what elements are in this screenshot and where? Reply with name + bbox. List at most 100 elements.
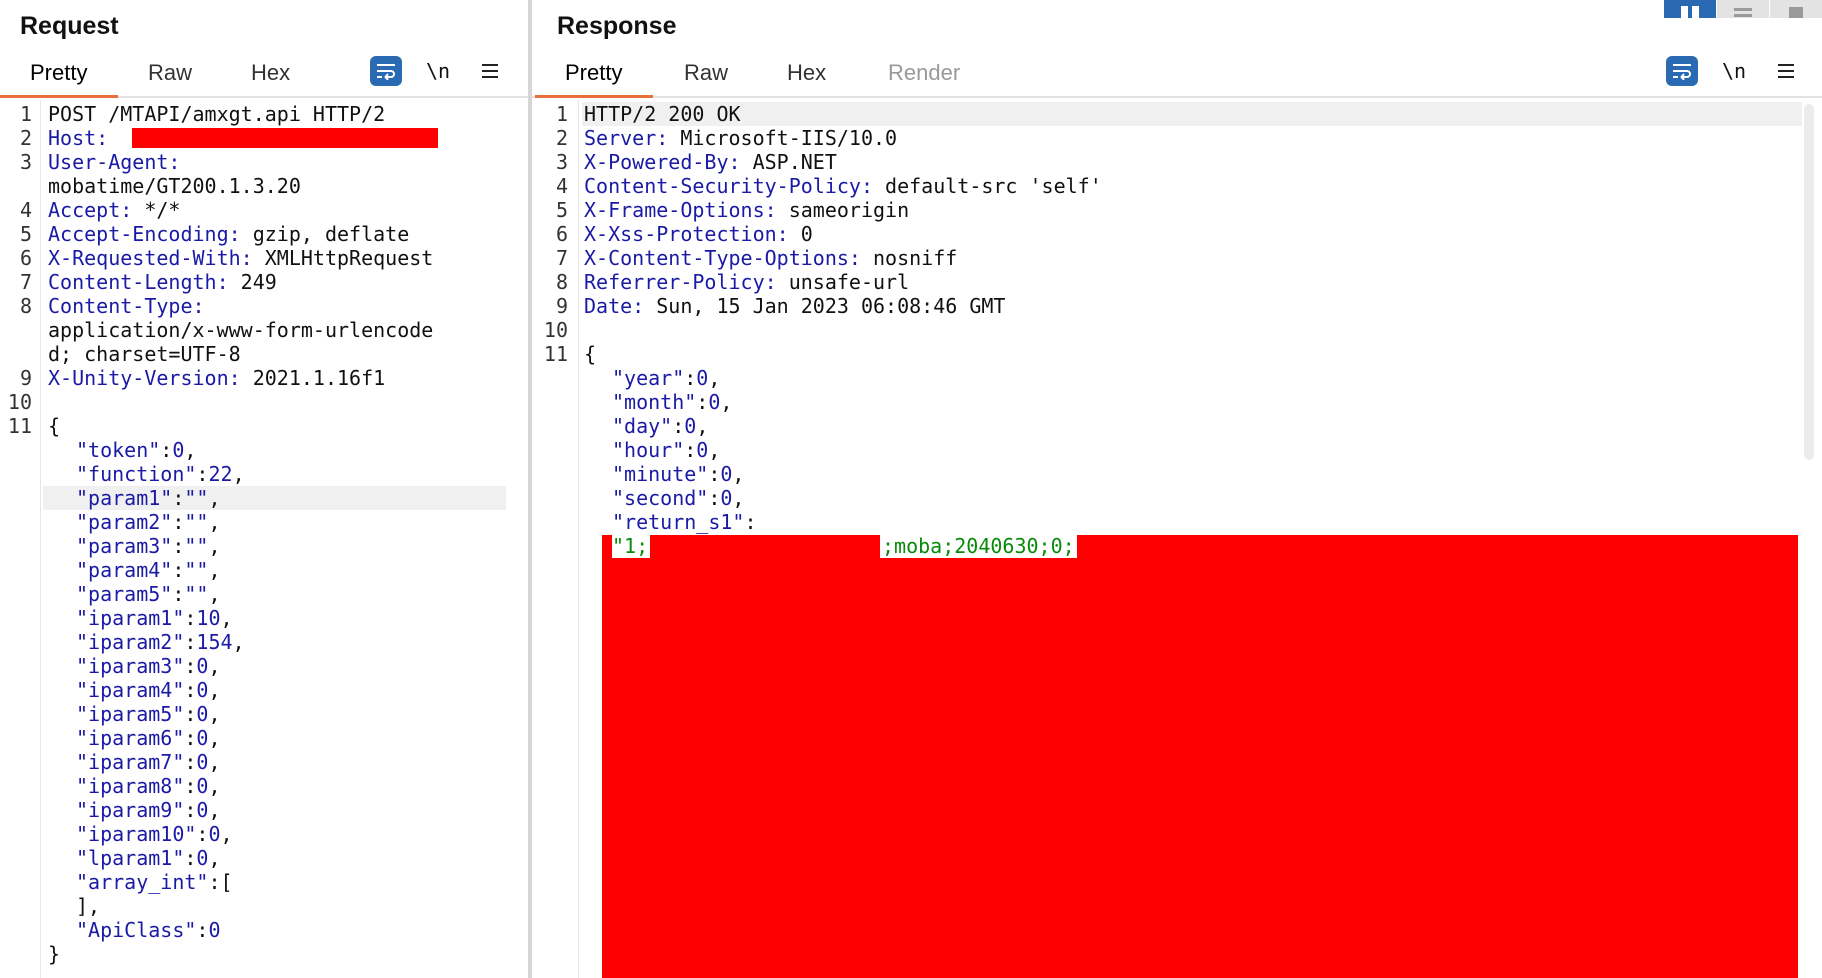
response-tab-bar: Pretty Raw Hex Render — [532, 56, 1822, 98]
request-tab-raw[interactable]: Raw — [148, 60, 192, 86]
line-number: 10 — [7, 390, 32, 414]
request-body-line: "iparam4":0, — [76, 678, 221, 702]
request-body-line: "param3":"", — [76, 534, 221, 558]
response-line: X-Frame-Options: sameorigin — [584, 198, 910, 222]
request-body-line: "iparam6":0, — [76, 726, 221, 750]
request-tab-hex[interactable]: Hex — [251, 60, 290, 86]
request-body-line: "param1":"", — [76, 486, 221, 510]
request-gutter: 1 2 3 4 5 6 7 8 9 10 11 — [0, 100, 41, 978]
line-number: 8 — [555, 270, 568, 294]
request-line: Content-Length: 249 — [48, 270, 277, 294]
line-number: 11 — [543, 342, 568, 366]
request-line: Host: — [48, 126, 109, 150]
response-body-line: "hour":0, — [612, 438, 721, 462]
request-body-line: "token":0, — [76, 438, 197, 462]
layout-split-button[interactable] — [1663, 0, 1716, 18]
response-body-line: "1; — [612, 534, 651, 558]
response-line: Content-Security-Policy: default-src 'se… — [584, 174, 1102, 198]
response-body-line: "return_s1": — [612, 510, 757, 534]
response-line: X-Xss-Protection: 0 — [584, 222, 813, 246]
redaction-box — [132, 128, 438, 148]
line-number: 9 — [555, 294, 568, 318]
response-line: Server: Microsoft-IIS/10.0 — [584, 126, 898, 150]
line-number: 5 — [19, 222, 32, 246]
request-wrap-lines-button[interactable] — [370, 56, 402, 86]
request-body-line: "iparam1":10, — [76, 606, 233, 630]
request-body-line: "array_int":[ — [76, 870, 233, 894]
request-line: User-Agent: — [48, 150, 181, 174]
request-line: d; charset=UTF-8 — [48, 342, 241, 366]
response-body-line: "year":0, — [612, 366, 721, 390]
response-pane: Response Pretty Raw Hex Render \n 1 2 3 … — [532, 0, 1822, 978]
response-tab-hex[interactable]: Hex — [787, 60, 826, 86]
response-tab-raw[interactable]: Raw — [684, 60, 728, 86]
line-number: 2 — [555, 126, 568, 150]
wrap-lines-icon — [1673, 64, 1691, 80]
request-body-line: "param5":"", — [76, 582, 221, 606]
request-line: mobatime/GT200.1.3.20 — [48, 174, 301, 198]
line-number: 1 — [555, 102, 568, 126]
request-menu-button[interactable] — [474, 56, 506, 86]
request-body-line: "ApiClass":0 — [76, 918, 221, 942]
request-body-line: "param2":"", — [76, 510, 221, 534]
request-body-line: "iparam5":0, — [76, 702, 221, 726]
line-number: 7 — [555, 246, 568, 270]
line-number: 9 — [19, 366, 32, 390]
response-active-tab-indicator — [535, 95, 653, 98]
response-body-line: "month":0, — [612, 390, 733, 414]
layout-single-button[interactable] — [1769, 0, 1822, 18]
request-body-line: "param4":"", — [76, 558, 221, 582]
line-number: 5 — [555, 198, 568, 222]
response-body-line: "second":0, — [612, 486, 745, 510]
request-body-line: "lparam1":0, — [76, 846, 221, 870]
response-title: Response — [557, 12, 677, 40]
line-number: 4 — [19, 198, 32, 222]
request-newline-toggle[interactable]: \n — [422, 56, 454, 86]
response-line: X-Powered-By: ASP.NET — [584, 150, 837, 174]
response-body-line: { — [584, 342, 597, 366]
response-line: Date: Sun, 15 Jan 2023 06:08:46 GMT — [584, 294, 1006, 318]
response-body-line: ;moba;2040630;0; — [880, 534, 1077, 558]
menu-icon — [482, 64, 498, 78]
line-number: 3 — [19, 150, 32, 174]
line-number: 10 — [543, 318, 568, 342]
response-body-line: "day":0, — [612, 414, 709, 438]
request-body-line: "iparam7":0, — [76, 750, 221, 774]
response-body-line: "minute":0, — [612, 462, 745, 486]
request-body-line: "iparam10":0, — [76, 822, 233, 846]
current-line-highlight — [582, 102, 1802, 126]
request-line: X-Unity-Version: 2021.1.16f1 — [48, 366, 386, 390]
menu-icon — [1778, 64, 1794, 78]
request-body-line: "iparam8":0, — [76, 774, 221, 798]
response-scrollbar[interactable] — [1804, 104, 1814, 460]
line-number: 2 — [19, 126, 32, 150]
request-body-line: "iparam3":0, — [76, 654, 221, 678]
request-editor[interactable]: 1 2 3 4 5 6 7 8 9 10 11 POST /MTAPI/amxg… — [0, 100, 528, 978]
request-line: Accept-Encoding: gzip, deflate — [48, 222, 410, 246]
request-title: Request — [20, 12, 119, 40]
layout-stack-button[interactable] — [1716, 0, 1769, 18]
request-body-line: ], — [76, 894, 101, 918]
line-number: 6 — [19, 246, 32, 270]
request-body-line: "function":22, — [76, 462, 245, 486]
response-tab-pretty[interactable]: Pretty — [565, 60, 622, 86]
wrap-lines-icon — [377, 64, 395, 80]
redaction-box — [602, 535, 1798, 978]
response-menu-button[interactable] — [1770, 56, 1802, 86]
response-editor[interactable]: 1 2 3 4 5 6 7 8 9 10 11 HTTP/2 200 OK Se… — [532, 100, 1822, 978]
response-tab-render[interactable]: Render — [888, 60, 960, 86]
response-newline-toggle[interactable]: \n — [1718, 56, 1750, 86]
line-number: 8 — [19, 294, 32, 318]
request-line: POST /MTAPI/amxgt.api HTTP/2 — [48, 102, 386, 126]
response-line: Referrer-Policy: unsafe-url — [584, 270, 910, 294]
layout-single-icon — [1789, 7, 1803, 18]
response-wrap-lines-button[interactable] — [1666, 56, 1698, 86]
response-line: HTTP/2 200 OK — [584, 102, 741, 126]
line-number: 1 — [19, 102, 32, 126]
line-number: 4 — [555, 174, 568, 198]
request-tab-pretty[interactable]: Pretty — [30, 60, 87, 86]
line-number: 11 — [7, 414, 32, 438]
request-body-line: } — [48, 942, 61, 966]
layout-split-icon — [1681, 6, 1699, 18]
request-body-line: "iparam2":154, — [76, 630, 245, 654]
